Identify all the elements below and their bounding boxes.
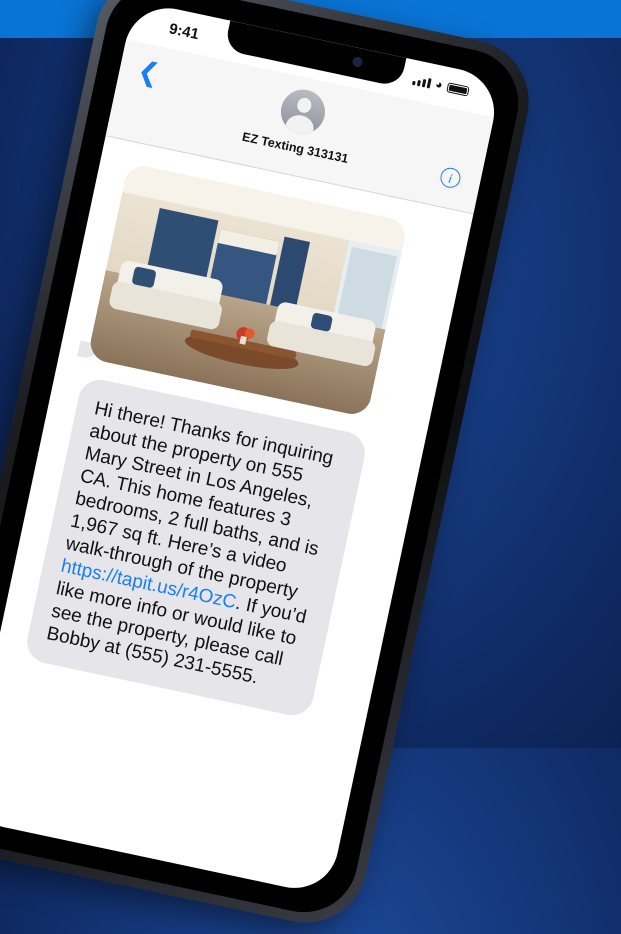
phone-bezel: 9:41 ◕ ❮ EZ Texting 313131 i Hi there! T… [0,0,529,923]
message-bubble[interactable]: Hi there! Thanks for inquiring about the… [23,375,369,720]
cellular-signal-icon [411,75,432,89]
wifi-icon: ◕ [433,76,444,92]
message-bubble-tail [40,644,65,667]
status-time: 9:41 [167,20,201,44]
message-photo[interactable] [86,162,409,418]
status-icons: ◕ [411,73,470,97]
battery-icon [446,82,470,97]
phone-device: 9:41 ◕ ❮ EZ Texting 313131 i Hi there! T… [0,0,541,934]
camera-icon [351,56,364,68]
living-room-photo [86,162,409,418]
avatar[interactable] [276,85,330,138]
chevron-left-icon[interactable]: ❮ [135,55,163,89]
phone-screen: 9:41 ◕ ❮ EZ Texting 313131 i Hi there! T… [0,0,503,897]
